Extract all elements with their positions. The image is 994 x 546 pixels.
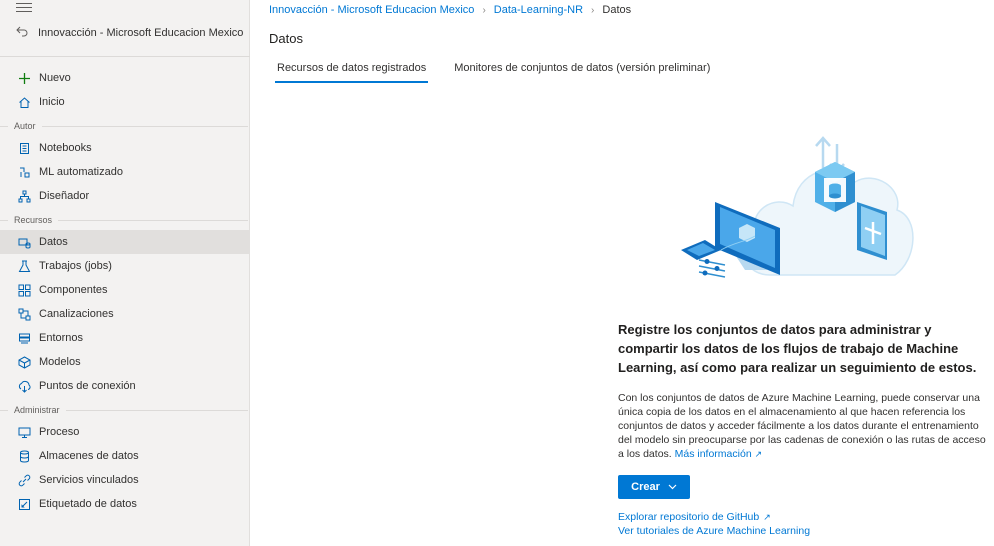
nav-label: Inicio bbox=[39, 96, 65, 108]
back-arrow-icon bbox=[16, 26, 28, 40]
empty-state-heading: Registre los conjuntos de datos para adm… bbox=[618, 322, 977, 375]
nav-item-jobs[interactable]: Trabajos (jobs) bbox=[0, 254, 249, 278]
nav-label: Componentes bbox=[39, 284, 108, 296]
workspace-back-link[interactable]: Innovacción - Microsoft Educacion Mexico bbox=[16, 26, 243, 40]
chevron-down-icon bbox=[668, 481, 677, 493]
nav-item-models[interactable]: Modelos bbox=[0, 350, 249, 374]
section-resources: Recursos bbox=[0, 215, 248, 225]
nav-item-endpoints[interactable]: Puntos de conexión bbox=[0, 374, 249, 398]
nav-label: Etiquetado de datos bbox=[39, 498, 137, 510]
nav-item-data[interactable]: Datos bbox=[0, 230, 249, 254]
nav-item-home[interactable]: Inicio bbox=[0, 90, 249, 114]
nav-label: Diseñador bbox=[39, 190, 90, 202]
nav-label: Notebooks bbox=[39, 142, 92, 154]
compute-icon bbox=[18, 426, 31, 439]
tutorials-link[interactable]: Ver tutoriales de Azure Machine Learning bbox=[618, 525, 990, 537]
page-title: Datos bbox=[269, 31, 303, 46]
hamburger-menu-icon[interactable] bbox=[16, 3, 32, 15]
nav-item-compute[interactable]: Proceso bbox=[0, 420, 249, 444]
nav-item-datastores[interactable]: Almacenes de datos bbox=[0, 444, 249, 468]
section-label: Recursos bbox=[14, 215, 53, 225]
github-link-label: Explorar repositorio de GitHub bbox=[618, 511, 760, 523]
breadcrumb: Innovacción - Microsoft Educacion Mexico… bbox=[269, 2, 631, 18]
tutorials-link-label: Ver tutoriales de Azure Machine Learning bbox=[618, 525, 811, 537]
nav-label: Canalizaciones bbox=[39, 308, 114, 320]
nav-label: Trabajos (jobs) bbox=[39, 260, 112, 272]
section-author: Autor bbox=[0, 121, 248, 131]
designer-icon bbox=[18, 190, 31, 203]
divider bbox=[0, 56, 250, 57]
section-label: Autor bbox=[14, 121, 36, 131]
more-info-label: Más información bbox=[674, 448, 752, 460]
tab-list: Recursos de datos registrados Monitores … bbox=[274, 62, 710, 83]
breadcrumb-workspace[interactable]: Innovacción - Microsoft Educacion Mexico bbox=[269, 4, 474, 16]
components-icon bbox=[18, 284, 31, 297]
tab-registered-datasets[interactable]: Recursos de datos registrados bbox=[274, 62, 429, 83]
github-link[interactable]: Explorar repositorio de GitHub ↗ bbox=[618, 511, 990, 523]
external-link-icon: ↗ bbox=[763, 511, 771, 522]
main-content: Innovacción - Microsoft Educacion Mexico… bbox=[250, 0, 994, 546]
nav-label: Almacenes de datos bbox=[39, 450, 139, 462]
nav-item-automl[interactable]: ML automatizado bbox=[0, 160, 249, 184]
nav-label: Modelos bbox=[39, 356, 81, 368]
nav-item-components[interactable]: Componentes bbox=[0, 278, 249, 302]
nav-item-data-labeling[interactable]: Etiquetado de datos bbox=[0, 492, 249, 516]
left-nav: Innovacción - Microsoft Educacion Mexico… bbox=[0, 0, 250, 546]
nav-label: Datos bbox=[39, 236, 68, 248]
nav-item-new[interactable]: Nuevo bbox=[0, 66, 249, 90]
chevron-right-icon: › bbox=[482, 4, 486, 16]
nav-label: Proceso bbox=[39, 426, 80, 438]
create-button[interactable]: Crear bbox=[618, 475, 690, 499]
nav-item-designer[interactable]: Diseñador bbox=[0, 184, 249, 208]
more-info-link[interactable]: Más información ↗ bbox=[675, 448, 763, 460]
datastore-icon bbox=[18, 450, 31, 463]
linked-services-icon bbox=[18, 474, 31, 487]
chevron-right-icon: › bbox=[591, 4, 595, 16]
pipeline-icon bbox=[18, 308, 31, 321]
plus-icon bbox=[18, 72, 31, 85]
tab-dataset-monitors[interactable]: Monitores de conjuntos de datos (versión… bbox=[454, 62, 710, 83]
model-icon bbox=[18, 355, 31, 369]
nav-item-notebooks[interactable]: Notebooks bbox=[0, 136, 249, 160]
nav-item-linked-services[interactable]: Servicios vinculados bbox=[0, 468, 249, 492]
nav-label: Entornos bbox=[39, 332, 84, 344]
nav-label: Nuevo bbox=[39, 72, 71, 84]
automl-icon bbox=[18, 166, 31, 179]
data-illustration bbox=[675, 110, 915, 285]
empty-state-body: Con los conjuntos de datos de Azure Mach… bbox=[618, 391, 990, 461]
nav-label: Servicios vinculados bbox=[39, 474, 139, 486]
labeling-icon bbox=[18, 498, 31, 511]
help-links: Explorar repositorio de GitHub ↗ Ver tuto… bbox=[618, 511, 990, 537]
flask-icon bbox=[18, 260, 31, 273]
nav-item-pipelines[interactable]: Canalizaciones bbox=[0, 302, 249, 326]
breadcrumb-project[interactable]: Data-Learning-NR bbox=[494, 4, 583, 16]
breadcrumb-current: Datos bbox=[602, 4, 632, 16]
nav-label: ML automatizado bbox=[39, 166, 123, 178]
external-link-icon: ↗ bbox=[754, 449, 763, 459]
notebook-icon bbox=[18, 142, 31, 155]
section-label: Administrar bbox=[14, 405, 60, 415]
section-manage: Administrar bbox=[0, 405, 248, 415]
environment-icon bbox=[18, 332, 31, 345]
empty-state-body-text: Con los conjuntos de datos de Azure Mach… bbox=[618, 392, 986, 460]
empty-state: Registre los conjuntos de datos para adm… bbox=[618, 320, 990, 537]
nav-item-environments[interactable]: Entornos bbox=[0, 326, 249, 350]
endpoint-icon bbox=[18, 380, 31, 393]
workspace-name: Innovacción - Microsoft Educacion Mexico bbox=[38, 27, 244, 39]
data-icon bbox=[18, 236, 31, 249]
home-icon bbox=[18, 96, 31, 109]
create-button-label: Crear bbox=[631, 481, 660, 493]
nav-label: Puntos de conexión bbox=[39, 380, 136, 392]
